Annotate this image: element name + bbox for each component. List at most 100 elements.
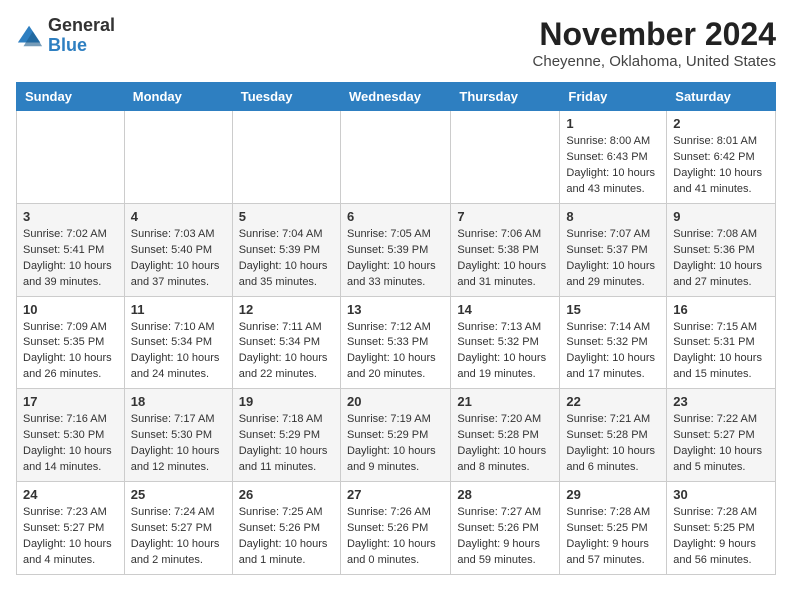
calendar-cell: 5 Sunrise: 7:04 AMSunset: 5:39 PMDaylight… — [232, 203, 340, 296]
weekday-header-thursday: Thursday — [451, 83, 560, 111]
day-info: Sunrise: 7:04 AMSunset: 5:39 PMDaylight:… — [239, 227, 334, 291]
day-info: Sunrise: 7:23 AMSunset: 5:27 PMDaylight:… — [23, 505, 118, 569]
day-number: 4 — [131, 209, 226, 224]
calendar-cell: 8 Sunrise: 7:07 AMSunset: 5:37 PMDaylight… — [560, 203, 667, 296]
day-number: 30 — [673, 487, 769, 502]
day-info: Sunrise: 7:08 AMSunset: 5:36 PMDaylight:… — [673, 227, 769, 291]
day-number: 28 — [457, 487, 553, 502]
day-info: Sunrise: 7:15 AMSunset: 5:31 PMDaylight:… — [673, 320, 769, 384]
day-info: Sunrise: 7:27 AMSunset: 5:26 PMDaylight:… — [457, 505, 553, 569]
day-info: Sunrise: 7:02 AMSunset: 5:41 PMDaylight:… — [23, 227, 118, 291]
day-info: Sunrise: 7:21 AMSunset: 5:28 PMDaylight:… — [566, 412, 660, 476]
calendar-cell: 24 Sunrise: 7:23 AMSunset: 5:27 PMDayligh… — [17, 482, 125, 575]
day-number: 17 — [23, 394, 118, 409]
day-info: Sunrise: 7:03 AMSunset: 5:40 PMDaylight:… — [131, 227, 226, 291]
day-number: 5 — [239, 209, 334, 224]
calendar-cell: 29 Sunrise: 7:28 AMSunset: 5:25 PMDayligh… — [560, 482, 667, 575]
calendar-cell: 15 Sunrise: 7:14 AMSunset: 5:32 PMDayligh… — [560, 296, 667, 389]
day-info: Sunrise: 7:07 AMSunset: 5:37 PMDaylight:… — [566, 227, 660, 291]
day-info: Sunrise: 7:16 AMSunset: 5:30 PMDaylight:… — [23, 412, 118, 476]
calendar-cell: 25 Sunrise: 7:24 AMSunset: 5:27 PMDayligh… — [124, 482, 232, 575]
day-info: Sunrise: 7:12 AMSunset: 5:33 PMDaylight:… — [347, 320, 444, 384]
day-number: 18 — [131, 394, 226, 409]
calendar-cell: 3 Sunrise: 7:02 AMSunset: 5:41 PMDaylight… — [17, 203, 125, 296]
day-info: Sunrise: 8:01 AMSunset: 6:42 PMDaylight:… — [673, 134, 769, 198]
day-number: 8 — [566, 209, 660, 224]
calendar-cell: 30 Sunrise: 7:28 AMSunset: 5:25 PMDayligh… — [667, 482, 776, 575]
day-info: Sunrise: 7:18 AMSunset: 5:29 PMDaylight:… — [239, 412, 334, 476]
weekday-header-saturday: Saturday — [667, 83, 776, 111]
calendar-cell — [451, 111, 560, 204]
day-number: 27 — [347, 487, 444, 502]
day-number: 22 — [566, 394, 660, 409]
day-number: 14 — [457, 302, 553, 317]
logo-icon — [16, 22, 44, 50]
day-info: Sunrise: 7:13 AMSunset: 5:32 PMDaylight:… — [457, 320, 553, 384]
day-info: Sunrise: 7:11 AMSunset: 5:34 PMDaylight:… — [239, 320, 334, 384]
day-info: Sunrise: 7:05 AMSunset: 5:39 PMDaylight:… — [347, 227, 444, 291]
day-number: 19 — [239, 394, 334, 409]
calendar-cell: 2 Sunrise: 8:01 AMSunset: 6:42 PMDaylight… — [667, 111, 776, 204]
day-info: Sunrise: 7:20 AMSunset: 5:28 PMDaylight:… — [457, 412, 553, 476]
day-number: 26 — [239, 487, 334, 502]
calendar-cell: 11Sunrise: 7:10 AMSunset: 5:34 PMDayligh… — [124, 296, 232, 389]
week-row-3: 10 Sunrise: 7:09 AMSunset: 5:35 PMDayligh… — [17, 296, 776, 389]
day-number: 12 — [239, 302, 334, 317]
day-number: 15 — [566, 302, 660, 317]
day-info: Sunrise: 7:09 AMSunset: 5:35 PMDaylight:… — [23, 320, 118, 384]
calendar-cell: 17 Sunrise: 7:16 AMSunset: 5:30 PMDayligh… — [17, 389, 125, 482]
day-number: 29 — [566, 487, 660, 502]
logo-text: General Blue — [48, 16, 115, 56]
day-info: Sunrise: 7:14 AMSunset: 5:32 PMDaylight:… — [566, 320, 660, 384]
month-title: November 2024 — [533, 16, 776, 53]
day-number: 21 — [457, 394, 553, 409]
calendar-cell: 22 Sunrise: 7:21 AMSunset: 5:28 PMDayligh… — [560, 389, 667, 482]
calendar-cell: 6 Sunrise: 7:05 AMSunset: 5:39 PMDaylight… — [340, 203, 450, 296]
calendar-cell: 12 Sunrise: 7:11 AMSunset: 5:34 PMDayligh… — [232, 296, 340, 389]
calendar-cell: 4 Sunrise: 7:03 AMSunset: 5:40 PMDaylight… — [124, 203, 232, 296]
day-number: 10 — [23, 302, 118, 317]
calendar-cell: 23Sunrise: 7:22 AMSunset: 5:27 PMDayligh… — [667, 389, 776, 482]
day-number: 6 — [347, 209, 444, 224]
day-number: 3 — [23, 209, 118, 224]
calendar-cell: 27Sunrise: 7:26 AMSunset: 5:26 PMDayligh… — [340, 482, 450, 575]
day-number: 9 — [673, 209, 769, 224]
page-header: General Blue November 2024 Cheyenne, Okl… — [16, 16, 776, 70]
calendar-cell: 9 Sunrise: 7:08 AMSunset: 5:36 PMDaylight… — [667, 203, 776, 296]
weekday-header-sunday: Sunday — [17, 83, 125, 111]
calendar-cell: 7 Sunrise: 7:06 AMSunset: 5:38 PMDaylight… — [451, 203, 560, 296]
logo-general: General — [48, 15, 115, 35]
week-row-5: 24 Sunrise: 7:23 AMSunset: 5:27 PMDayligh… — [17, 482, 776, 575]
calendar-table: SundayMondayTuesdayWednesdayThursdayFrid… — [16, 82, 776, 575]
day-number: 24 — [23, 487, 118, 502]
day-info: Sunrise: 7:22 AMSunset: 5:27 PMDaylight:… — [673, 412, 769, 476]
day-number: 1 — [566, 116, 660, 131]
day-number: 7 — [457, 209, 553, 224]
day-number: 11 — [131, 302, 226, 317]
logo-blue: Blue — [48, 35, 87, 55]
weekday-header-wednesday: Wednesday — [340, 83, 450, 111]
day-info: Sunrise: 7:28 AMSunset: 5:25 PMDaylight:… — [673, 505, 769, 569]
day-number: 25 — [131, 487, 226, 502]
day-info: Sunrise: 8:00 AMSunset: 6:43 PMDaylight:… — [566, 134, 660, 198]
day-info: Sunrise: 7:17 AMSunset: 5:30 PMDaylight:… — [131, 412, 226, 476]
calendar-cell: 10 Sunrise: 7:09 AMSunset: 5:35 PMDayligh… — [17, 296, 125, 389]
day-number: 2 — [673, 116, 769, 131]
logo: General Blue — [16, 16, 115, 56]
day-info: Sunrise: 7:06 AMSunset: 5:38 PMDaylight:… — [457, 227, 553, 291]
calendar-cell — [340, 111, 450, 204]
title-block: November 2024 Cheyenne, Oklahoma, United… — [533, 16, 776, 70]
day-info: Sunrise: 7:19 AMSunset: 5:29 PMDaylight:… — [347, 412, 444, 476]
calendar-cell: 26 Sunrise: 7:25 AMSunset: 5:26 PMDayligh… — [232, 482, 340, 575]
day-info: Sunrise: 7:24 AMSunset: 5:27 PMDaylight:… — [131, 505, 226, 569]
calendar-cell: 13Sunrise: 7:12 AMSunset: 5:33 PMDayligh… — [340, 296, 450, 389]
weekday-header-row: SundayMondayTuesdayWednesdayThursdayFrid… — [17, 83, 776, 111]
calendar-cell: 16Sunrise: 7:15 AMSunset: 5:31 PMDayligh… — [667, 296, 776, 389]
day-number: 20 — [347, 394, 444, 409]
calendar-cell: 18 Sunrise: 7:17 AMSunset: 5:30 PMDayligh… — [124, 389, 232, 482]
day-info: Sunrise: 7:28 AMSunset: 5:25 PMDaylight:… — [566, 505, 660, 569]
week-row-2: 3 Sunrise: 7:02 AMSunset: 5:41 PMDaylight… — [17, 203, 776, 296]
day-info: Sunrise: 7:25 AMSunset: 5:26 PMDaylight:… — [239, 505, 334, 569]
calendar-cell — [124, 111, 232, 204]
calendar-cell: 21 Sunrise: 7:20 AMSunset: 5:28 PMDayligh… — [451, 389, 560, 482]
